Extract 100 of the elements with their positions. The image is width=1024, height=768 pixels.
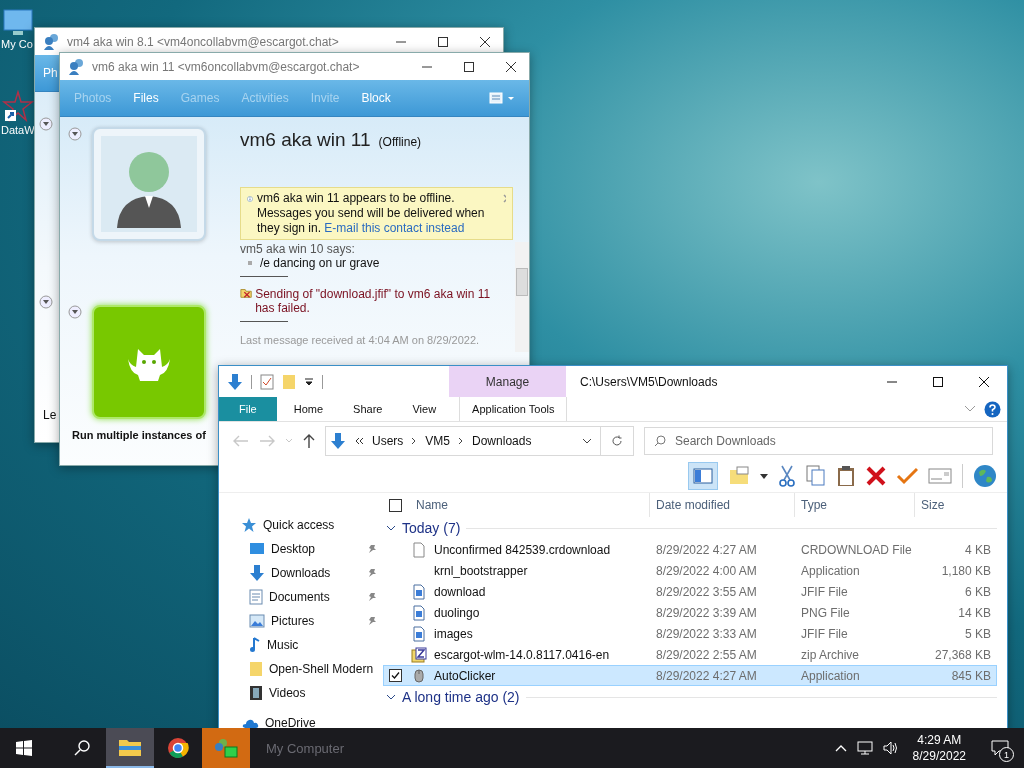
column-header[interactable]: Date modified (656, 498, 731, 512)
delete-icon[interactable] (866, 466, 886, 486)
column-header[interactable]: Type (801, 498, 827, 512)
nav-item[interactable]: Desktop (271, 542, 361, 556)
notification-icon (991, 740, 1009, 756)
nav-item[interactable]: Videos (269, 686, 383, 700)
ribbon-tab[interactable]: Home (280, 397, 337, 421)
file-size: 27,368 KB (934, 647, 991, 662)
email-contact-link[interactable]: E-mail this contact instead (324, 221, 465, 235)
collapse-icon[interactable] (39, 117, 53, 131)
dropdown-icon[interactable] (582, 438, 592, 444)
preview-pane-button[interactable] (688, 462, 718, 490)
pin-icon[interactable] (367, 592, 377, 602)
group-header[interactable]: A long time ago (2) (402, 689, 520, 705)
overflow-chevron-icon[interactable] (354, 437, 364, 445)
network-icon[interactable] (856, 741, 873, 755)
column-header[interactable]: Size (921, 498, 945, 512)
help-icon[interactable] (984, 400, 1001, 418)
column-header[interactable]: Name (416, 498, 448, 512)
file-row[interactable]: Unconfirmed 842539.crdownload 8/29/2022 4:27 AM CRDOWNLOAD File 4 KB (383, 539, 997, 560)
shortcut-icon[interactable] (1, 90, 35, 124)
clock-time[interactable]: 4:29 AM (917, 732, 962, 748)
paste-icon[interactable] (836, 465, 856, 487)
clock-date[interactable]: 8/29/2022 (912, 748, 966, 764)
menu-icon[interactable] (489, 91, 515, 105)
globe-icon[interactable] (973, 464, 997, 488)
volume-icon[interactable] (882, 741, 899, 755)
date-modified: 8/29/2022 4:27 AM (656, 668, 757, 683)
copy-icon[interactable] (806, 465, 826, 487)
pin-icon[interactable] (367, 568, 377, 578)
mouse-icon (414, 668, 424, 683)
dropdown-icon[interactable] (760, 473, 768, 479)
address-bar[interactable]: Users VM5 Downloads (325, 426, 601, 456)
nav-item[interactable]: Pictures (271, 614, 361, 628)
nav-item[interactable]: Music (267, 638, 383, 652)
file-row[interactable]: krnl_bootstrapper 8/29/2022 4:00 AM Application 1,180 KB (383, 560, 997, 581)
folder-icon (249, 661, 263, 677)
collapse-icon[interactable] (68, 127, 82, 141)
close-icon (505, 60, 517, 73)
breadcrumb-item[interactable]: Users (372, 434, 404, 448)
file-name: duolingo (434, 605, 480, 620)
ribbon-tab[interactable]: File (219, 397, 277, 421)
nav-item[interactable]: Quick access (263, 518, 335, 532)
ribbon-tab[interactable]: Share (340, 397, 396, 421)
pin-icon[interactable] (367, 616, 377, 626)
computer-icon[interactable] (1, 8, 35, 38)
pin-icon[interactable] (367, 544, 377, 554)
nav-item[interactable]: OneDrive (265, 716, 316, 728)
checkbox[interactable] (388, 669, 402, 682)
chevron-up-icon[interactable] (834, 744, 847, 752)
expand-ribbon-icon[interactable] (964, 405, 976, 413)
search-field[interactable]: Search Downloads (644, 427, 993, 455)
thumbnail-title: My Computer (266, 740, 345, 756)
collapse-icon[interactable] (39, 295, 53, 309)
ribbon-tab[interactable]: Application Tools (459, 397, 568, 421)
file-type: zip Archive (801, 647, 860, 662)
nav-item[interactable]: Downloads (271, 566, 361, 580)
date-modified: 8/29/2022 3:55 AM (656, 584, 757, 599)
notifications-button[interactable]: 1 (980, 728, 1020, 768)
up-icon[interactable] (303, 433, 315, 449)
manage-tab[interactable]: Manage (449, 366, 566, 397)
scrollbar[interactable] (515, 242, 529, 352)
last-message-text: Last message received at 4:04 AM on 8/29/2022. (240, 334, 481, 346)
nav-item[interactable]: Open-Shell Modern (269, 662, 383, 676)
chevron-icon (411, 437, 418, 445)
desktop-icon-label[interactable]: My Co (1, 38, 33, 50)
search-icon (654, 435, 666, 447)
contact-status: (Offline) (378, 135, 422, 149)
file-type: Application (801, 668, 860, 683)
taskbar-app[interactable] (106, 728, 154, 768)
cut-icon[interactable] (778, 465, 796, 487)
collapse-icon[interactable] (68, 305, 82, 319)
breadcrumb-item[interactable]: VM5 (425, 434, 451, 448)
file-name: krnl_bootstrapper (434, 563, 528, 578)
close-icon[interactable] (502, 194, 506, 203)
image-file-icon (413, 625, 425, 642)
file-row[interactable]: duolingo 8/29/2022 3:39 AM PNG File 14 KB (383, 602, 997, 623)
file-row[interactable]: download 8/29/2022 3:55 AM JFIF File 6 KB (383, 581, 997, 602)
download-arrow-icon[interactable] (227, 372, 243, 391)
group-toggle-icon[interactable] (386, 524, 396, 532)
file-icon (413, 541, 425, 558)
group-header[interactable]: Today (7) (402, 520, 461, 536)
file-row[interactable]: escargot-wlm-14.0.8117.0416-en 8/29/2022 2:55 AM zip Archive 27,368 KB (383, 644, 997, 665)
contact-name: vm6 aka win 11 (240, 129, 371, 151)
desktop-icon-label[interactable]: DataW (1, 124, 35, 136)
download-arrow-icon (330, 432, 346, 450)
checkmark-icon[interactable] (896, 467, 918, 485)
group-toggle-icon[interactable] (386, 693, 396, 701)
ribbon-tab[interactable]: View (399, 397, 450, 421)
nav-item[interactable]: Documents (269, 590, 361, 604)
breadcrumb-item[interactable]: Downloads (472, 434, 532, 448)
file-row[interactable]: AutoClicker 8/29/2022 4:27 AM Application 845 KB (383, 665, 997, 686)
file-type: CRDOWNLOAD File (801, 542, 912, 557)
properties-icon[interactable] (260, 373, 274, 390)
chevron-icon (458, 437, 465, 445)
archive-icon (411, 646, 427, 663)
select-all-checkbox[interactable] (389, 498, 402, 512)
file-row[interactable]: images 8/29/2022 3:33 AM JFIF File 5 KB (383, 623, 997, 644)
file-size: 1,180 KB (941, 563, 991, 578)
dropdown-icon[interactable] (304, 376, 314, 387)
